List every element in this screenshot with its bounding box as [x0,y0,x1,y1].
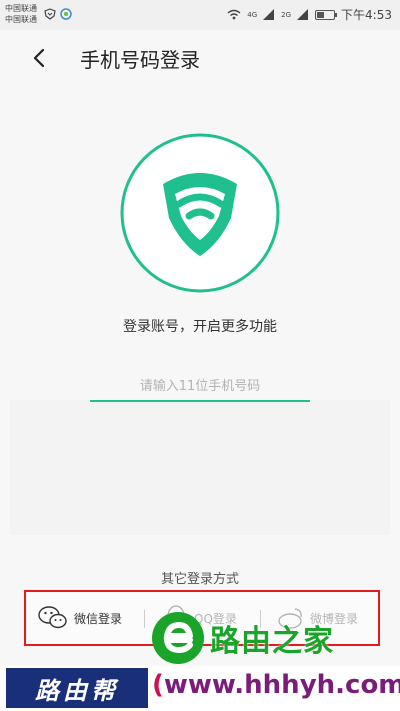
carrier-2: 中国联通 [5,15,37,24]
wifi-shield-logo [120,133,280,293]
watermark-logo-text: 路由之家 [210,624,334,659]
status-bar: 中国联通 中国联通 4G 2G 下午4:53 [0,0,400,30]
wifi-icon [227,9,241,20]
battery-icon [315,9,338,20]
signal-icon-1 [263,9,275,20]
app-notification-icon [60,8,72,20]
phone-number-input[interactable] [90,372,310,402]
page-title: 手机号码登录 [80,48,200,72]
network-type-2: 2G [281,10,292,19]
carrier-1: 中国联通 [5,4,37,13]
wechat-icon [38,606,67,629]
login-subtitle: 登录账号，开启更多功能 [123,319,277,335]
back-arrow-icon[interactable] [26,44,54,72]
watermark-logo: 路由之家 [150,610,334,666]
url-paren-open: ( [152,670,164,700]
watermark-e-icon [152,612,204,664]
wechat-login-label: 微信登录 [74,611,123,626]
content-panel [10,400,390,535]
status-right: 4G 2G 下午4:53 [227,6,392,23]
watermark-badge: 路由帮 [6,668,148,708]
carrier-labels: 中国联通 中国联通 [5,3,37,25]
shield-icon [44,8,56,20]
page-header: 手机号码登录 [0,30,400,86]
status-time: 下午4:53 [341,8,392,22]
signal-icon-2 [297,9,309,20]
wechat-login-button[interactable]: 微信登录 [38,592,122,644]
watermark-url: (www.hhhyh.com) [152,670,400,700]
other-login-label: 其它登录方式 [160,572,239,587]
status-left-icons [44,8,72,20]
network-type-1: 4G [247,10,258,19]
divider [144,610,145,628]
url-text: www.hhhyh.com [163,670,400,700]
